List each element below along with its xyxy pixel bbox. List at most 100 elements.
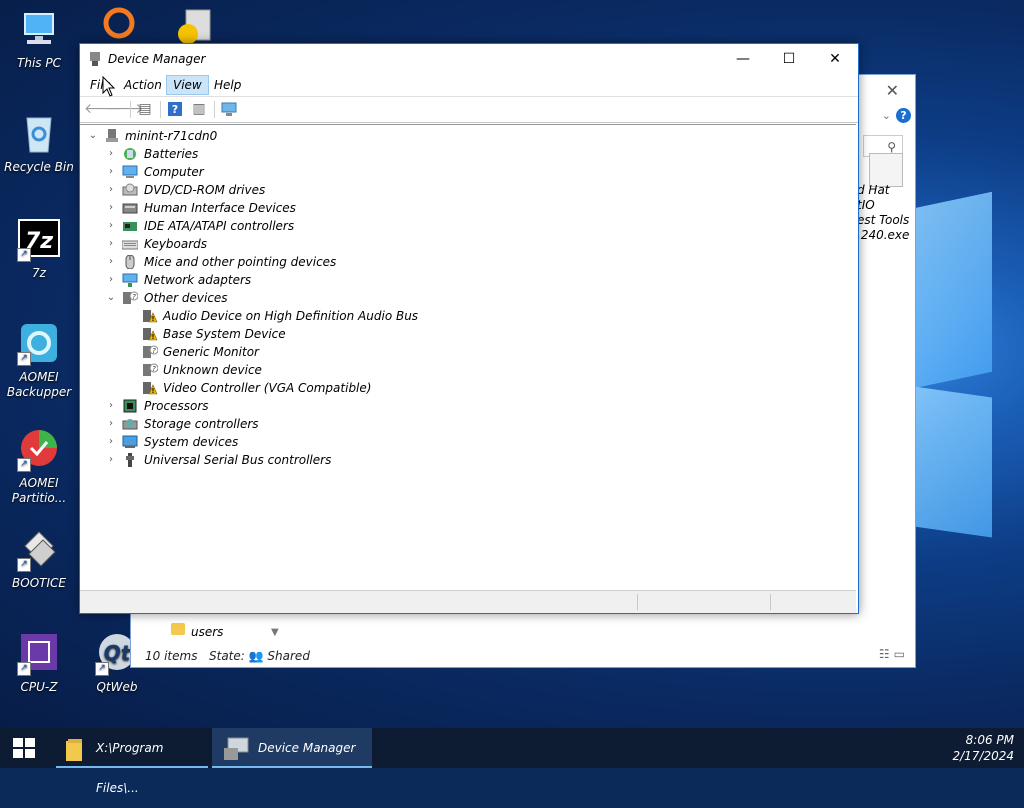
help-icon[interactable]: ?	[896, 108, 911, 123]
shortcut-arrow-icon: ↗	[17, 458, 31, 472]
tree-category-mice-and-other-pointing-devices[interactable]: › Mice and other pointing devices	[106, 253, 846, 271]
svg-text:?: ?	[132, 293, 136, 301]
shortcut-arrow-icon: ↗	[17, 558, 31, 572]
system-clock[interactable]: 8:06 PM 2/17/2024	[952, 732, 1014, 764]
desktop-icon-label: Recycle Bin	[4, 160, 74, 174]
device-tree[interactable]: ⌄ minint-r71cdn0 › Batteries › Computer › DVD/C…	[80, 124, 856, 589]
tree-category-processors[interactable]: › Processors	[106, 397, 846, 415]
desktop-icon-recycle-bin[interactable]: Recycle Bin	[0, 112, 78, 175]
explorer-close-icon[interactable]: ✕	[886, 81, 899, 100]
desktop-icon-label: AOMEI Backupper	[6, 370, 72, 399]
minimize-button[interactable]: —	[720, 44, 766, 74]
chevron-down-icon[interactable]: ▼	[271, 627, 279, 638]
dvd-drive-icon	[122, 183, 138, 197]
chevron-down-icon[interactable]: ⌄	[88, 127, 98, 145]
desktop-icon-cpu-z[interactable]: ↗ CPU-Z	[0, 632, 78, 695]
device-manager-icon	[89, 52, 101, 66]
partial-app-icon[interactable]	[100, 6, 138, 44]
menu-view[interactable]: View	[166, 75, 209, 95]
tree-category-system-devices[interactable]: › System devices	[106, 433, 846, 451]
usb-icon	[122, 453, 138, 467]
start-button[interactable]	[0, 728, 48, 768]
tree-category-universal-serial-bus-controllers[interactable]: › Universal Serial Bus controllers	[106, 451, 846, 469]
tree-category-computer[interactable]: › Computer	[106, 163, 846, 181]
properties-icon[interactable]: ▥	[190, 101, 208, 117]
tree-device-video-controller-vga-compatible[interactable]: Video Controller (VGA Compatible)	[142, 379, 842, 397]
unknown-device-icon: ?	[122, 291, 139, 305]
shortcut-arrow-icon: ↗	[95, 662, 109, 676]
back-arrow-icon[interactable]: 🡐	[84, 101, 122, 117]
chevron-right-icon[interactable]: ›	[106, 181, 116, 199]
bootice-icon: ↗	[17, 528, 61, 572]
desktop-icon-7z[interactable]: 7z ↗ 7z	[0, 218, 78, 281]
tree-item-label: Batteries	[144, 147, 199, 161]
tree-category-ide-ata-atapi-controllers[interactable]: › IDE ATA/ATAPI controllers	[106, 217, 846, 235]
title-bar[interactable]: Device Manager — ☐ ✕	[80, 44, 858, 74]
help-icon[interactable]: ?	[166, 101, 184, 117]
desktop-icon-aomei-partition[interactable]: ↗ AOMEI Partitio...	[0, 428, 78, 506]
tree-category-batteries[interactable]: › Batteries	[106, 145, 846, 163]
chevron-down-icon[interactable]: ⌄	[882, 109, 891, 122]
chevron-right-icon[interactable]: ›	[106, 415, 116, 433]
tree-item-label: Processors	[144, 399, 209, 413]
wallpaper-beam	[914, 386, 992, 538]
tree-device-unknown-device[interactable]: ? Unknown device	[142, 361, 842, 379]
recycle-bin-icon	[17, 112, 61, 156]
chevron-right-icon[interactable]: ›	[106, 235, 116, 253]
exe-file-icon[interactable]	[869, 153, 903, 187]
tree-root[interactable]: ⌄ minint-r71cdn0	[88, 127, 848, 145]
tree-item-label: Other devices	[144, 291, 228, 305]
folder-users-label[interactable]: users	[191, 625, 223, 639]
chevron-down-icon[interactable]: ⌄	[106, 289, 116, 307]
mouse-cursor-icon	[102, 75, 116, 98]
desktop-icon-bootice[interactable]: ↗ BOOTICE	[0, 528, 78, 591]
tree-device-audio-device-on-high-definition-audio-bus[interactable]: Audio Device on High Definition Audio Bu…	[142, 307, 842, 325]
tree-item-label: Storage controllers	[144, 417, 259, 431]
chevron-right-icon[interactable]: ›	[106, 397, 116, 415]
scan-hardware-icon[interactable]	[220, 101, 238, 117]
tree-category-keyboards[interactable]: › Keyboards	[106, 235, 846, 253]
forward-arrow-icon[interactable]: 🡒	[106, 101, 144, 117]
tree-category-human-interface-devices[interactable]: › Human Interface Devices	[106, 199, 846, 217]
chevron-right-icon[interactable]: ›	[106, 145, 116, 163]
chevron-right-icon[interactable]: ›	[106, 433, 116, 451]
tree-item-label: Universal Serial Bus controllers	[144, 453, 332, 467]
menu-help[interactable]: Help	[208, 76, 247, 94]
desktop-icon-aomei-backupper[interactable]: ↗ AOMEI Backupper	[0, 322, 78, 400]
taskbar-item-device-manager[interactable]: Device Manager	[212, 728, 372, 768]
shortcut-arrow-icon: ↗	[17, 248, 31, 262]
unknown-device-icon: ?	[142, 345, 159, 359]
chevron-right-icon[interactable]: ›	[106, 271, 116, 289]
chevron-right-icon[interactable]: ›	[106, 163, 116, 181]
desktop-icon-label: AOMEI Partitio...	[11, 476, 67, 505]
tree-device-generic-monitor[interactable]: ? Generic Monitor	[142, 343, 842, 361]
storage-controller-icon	[122, 417, 138, 431]
show-hide-console-tree-icon[interactable]: ▤	[136, 101, 154, 117]
chevron-right-icon[interactable]: ›	[106, 217, 116, 235]
tree-category-network-adapters[interactable]: › Network adapters	[106, 271, 846, 289]
tree-item-label: Video Controller (VGA Compatible)	[163, 381, 372, 395]
chevron-right-icon[interactable]: ›	[106, 451, 116, 469]
svg-text:?: ?	[152, 365, 156, 373]
tree-root-label: minint-r71cdn0	[125, 129, 218, 143]
processor-icon	[122, 399, 138, 413]
this-pc-icon	[17, 8, 61, 52]
chevron-right-icon[interactable]: ›	[106, 199, 116, 217]
tree-category-other-devices[interactable]: ⌄? Other devices	[106, 289, 846, 307]
hid-icon	[122, 201, 138, 215]
chevron-right-icon[interactable]: ›	[106, 253, 116, 271]
close-button[interactable]: ✕	[812, 44, 858, 74]
exe-file-label[interactable]: d Hat tIO est Tools .240.exe	[857, 183, 917, 243]
menu-action[interactable]: Action	[118, 76, 168, 94]
tree-device-base-system-device[interactable]: Base System Device	[142, 325, 842, 343]
view-toggle-icons[interactable]: ☷▭	[879, 647, 909, 661]
taskbar-item-explorer[interactable]: X:\Program Files\...	[56, 728, 208, 795]
partial-disk-icon[interactable]	[172, 6, 216, 44]
maximize-button[interactable]: ☐	[766, 44, 812, 74]
desktop-icon-this-pc[interactable]: This PC	[0, 8, 78, 71]
tree-category-storage-controllers[interactable]: › Storage controllers	[106, 415, 846, 433]
tree-item-label: Human Interface Devices	[144, 201, 296, 215]
tree-category-dvd-cd-rom-drives[interactable]: › DVD/CD-ROM drives	[106, 181, 846, 199]
device-manager-window[interactable]: Device Manager — ☐ ✕ File Action View He…	[79, 43, 859, 614]
svg-text:?: ?	[172, 103, 178, 116]
